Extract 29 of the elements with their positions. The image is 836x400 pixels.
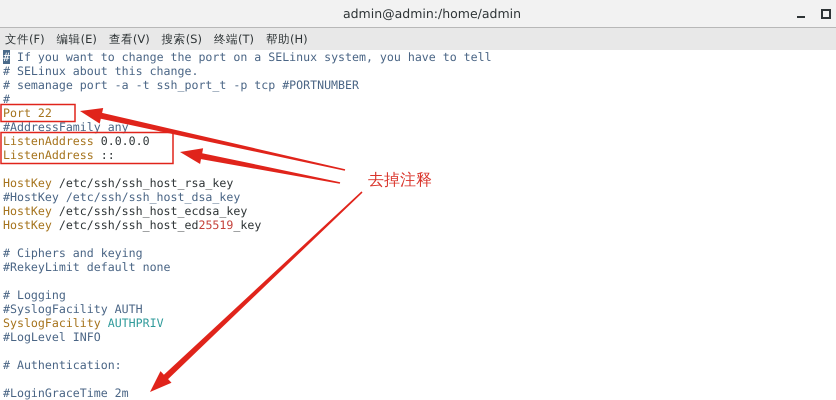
maximize-icon[interactable]	[821, 9, 831, 19]
code-line: HostKey /etc/ssh/ssh_host_ed25519_key	[3, 218, 262, 232]
code-line: #AddressFamily any	[3, 120, 129, 134]
code-line: Port 22	[3, 106, 52, 120]
menu-item[interactable]: 终端(T)	[214, 32, 254, 46]
code-line: # If you want to change the port on a SELinux system, you have to tell	[3, 50, 492, 64]
code-line: #LogLevel INFO	[3, 330, 101, 344]
code-line: #HostKey /etc/ssh/ssh_host_dsa_key	[3, 190, 240, 204]
annotation-label: 去掉注释	[368, 170, 432, 191]
code-line: # SELinux about this change.	[3, 64, 198, 78]
code-line: # Logging	[3, 288, 66, 302]
menu-item[interactable]: 文件(F)	[5, 32, 45, 46]
code-line: #RekeyLimit default none	[3, 260, 171, 274]
code-line: HostKey /etc/ssh/ssh_host_rsa_key	[3, 176, 234, 190]
code-line: #	[3, 92, 10, 106]
code-line: ListenAddress ::	[3, 148, 115, 162]
menu-item[interactable]: 编辑(E)	[56, 32, 97, 46]
code-line: # Ciphers and keying	[3, 246, 143, 260]
menu-item[interactable]: 查看(V)	[108, 32, 150, 46]
code-line: SyslogFacility AUTHPRIV	[3, 316, 164, 330]
code-line: # semanage port -a -t ssh_port_t -p tcp #PORTNUMBER	[3, 78, 359, 92]
code-line: #SyslogFacility AUTH	[3, 302, 143, 316]
code-line: ListenAddress 0.0.0.0	[3, 134, 150, 148]
code-line: HostKey /etc/ssh/ssh_host_ecdsa_key	[3, 204, 248, 218]
code-line: #LoginGraceTime 2m	[3, 386, 129, 400]
menu-item[interactable]: 搜索(S)	[162, 32, 202, 46]
code-line: # Authentication:	[3, 358, 122, 372]
window-title: admin@admin:/home/admin	[342, 6, 522, 21]
menu-item[interactable]: 帮助(H)	[266, 32, 308, 46]
